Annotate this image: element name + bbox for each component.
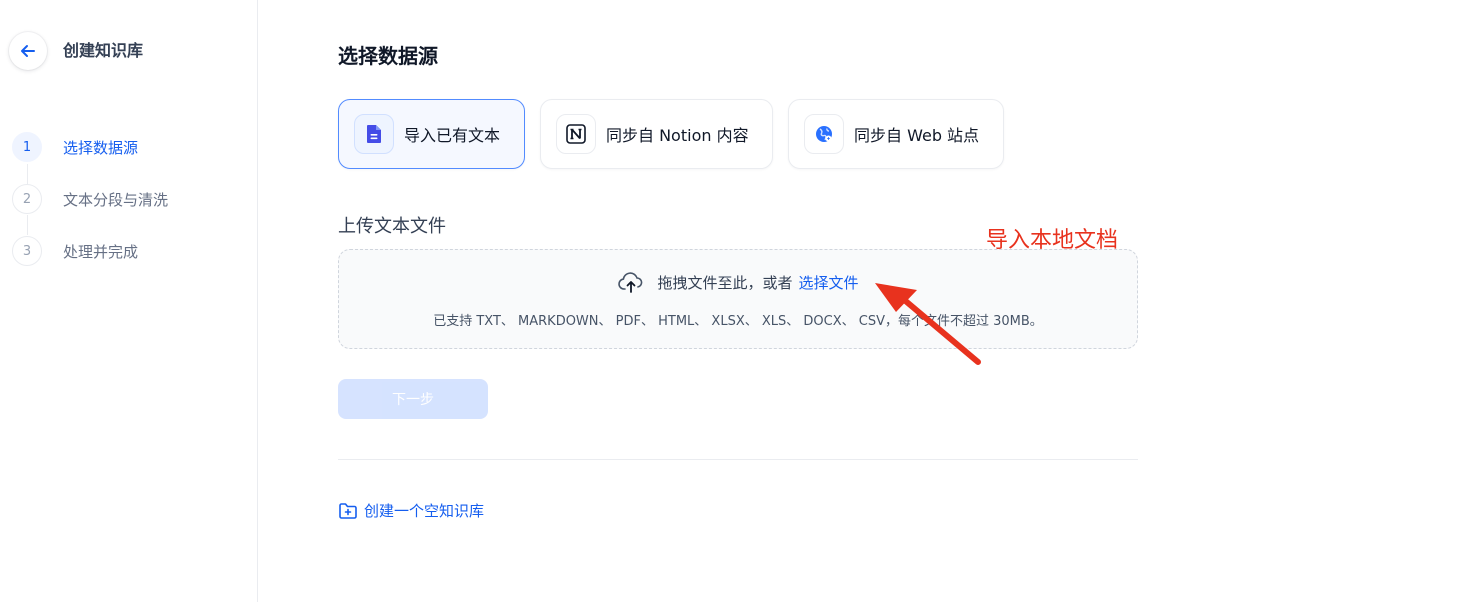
page-title: 选择数据源 xyxy=(338,44,438,68)
arrow-left-icon xyxy=(19,42,37,60)
dropzone-text: 拖拽文件至此，或者 xyxy=(657,273,793,292)
sidebar-title: 创建知识库 xyxy=(63,41,144,60)
divider xyxy=(338,459,1138,460)
file-dropzone[interactable]: 拖拽文件至此，或者 选择文件 已支持 TXT、 MARKDOWN、 PDF、 H… xyxy=(338,249,1138,349)
source-label: 同步自 Notion 内容 xyxy=(606,126,749,145)
supported-formats-text: 已支持 TXT、 MARKDOWN、 PDF、 HTML、 XLSX、 XLS、… xyxy=(433,314,1043,329)
folder-plus-icon xyxy=(338,502,364,520)
source-import-text[interactable]: 导入已有文本 xyxy=(338,99,525,169)
step-number: 1 xyxy=(12,132,42,162)
back-button[interactable] xyxy=(9,32,47,70)
next-step-button[interactable]: 下一步 xyxy=(338,379,488,419)
step-connector xyxy=(27,215,28,235)
step-select-source[interactable]: 1 选择数据源 xyxy=(12,131,138,163)
select-file-link[interactable]: 选择文件 xyxy=(799,272,859,293)
step-number: 2 xyxy=(12,184,42,214)
step-label: 选择数据源 xyxy=(63,138,139,157)
step-connector xyxy=(27,164,28,184)
source-notion[interactable]: 同步自 Notion 内容 xyxy=(540,99,773,169)
annotation-label: 导入本地文档 xyxy=(986,228,1119,253)
upload-section-title: 上传文本文件 xyxy=(338,216,446,237)
step-label: 文本分段与清洗 xyxy=(63,190,169,209)
create-empty-kb-label: 创建一个空知识库 xyxy=(364,502,485,520)
file-text-icon xyxy=(354,114,394,154)
cloud-upload-icon xyxy=(617,270,645,294)
step-process-finish[interactable]: 3 处理并完成 xyxy=(12,235,138,267)
sidebar: 创建知识库 1 选择数据源 2 文本分段与清洗 3 处理并完成 xyxy=(0,0,258,602)
step-segment-clean[interactable]: 2 文本分段与清洗 xyxy=(12,183,168,215)
step-label: 处理并完成 xyxy=(63,242,139,261)
dropzone-prompt: 拖拽文件至此，或者 选择文件 xyxy=(339,270,1137,294)
notion-icon xyxy=(556,114,596,154)
source-label: 同步自 Web 站点 xyxy=(854,126,980,145)
source-web-site[interactable]: 同步自 Web 站点 xyxy=(788,99,1004,169)
step-number: 3 xyxy=(12,236,42,266)
create-empty-kb-link[interactable]: 创建一个空知识库 xyxy=(338,500,484,521)
source-label: 导入已有文本 xyxy=(404,126,501,145)
globe-icon xyxy=(804,114,844,154)
